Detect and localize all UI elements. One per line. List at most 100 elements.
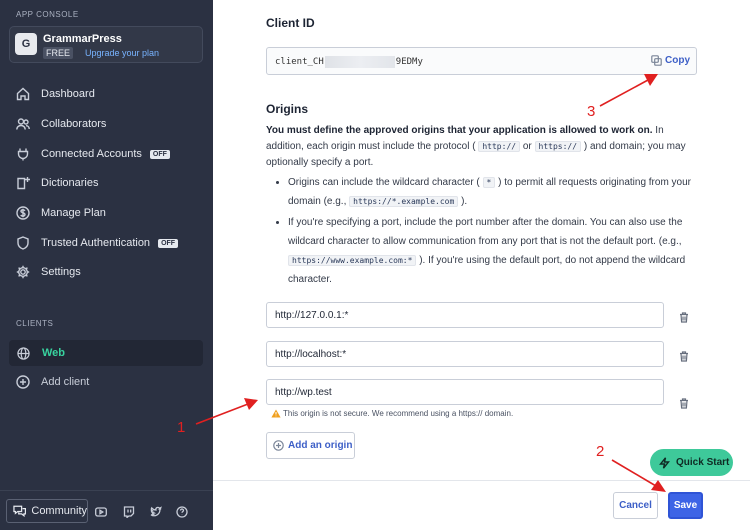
plus-circle-icon — [273, 440, 284, 451]
book-plus-icon — [17, 177, 30, 190]
bullet-text: If you're specifying a port, include the… — [288, 217, 683, 247]
origins-description: You must define the approved origins tha… — [266, 123, 696, 171]
sidebar-item-manage-plan[interactable]: Manage Plan — [16, 203, 106, 223]
delete-origin-button[interactable] — [679, 396, 689, 409]
sidebar-item-dictionaries[interactable]: Dictionaries — [16, 173, 98, 193]
sidebar-item-settings[interactable]: Settings — [16, 262, 81, 282]
twitch-link[interactable] — [123, 505, 135, 519]
code-port-example: https://www.example.com:* — [288, 255, 417, 266]
origins-rules-list: Origins can include the wildcard charact… — [276, 173, 696, 291]
sidebar-item-label: Dictionaries — [41, 177, 99, 189]
sidebar-item-dashboard[interactable]: Dashboard — [16, 84, 95, 104]
sidebar-item-connected-accounts[interactable]: Connected Accounts OFF — [16, 144, 170, 164]
save-button[interactable]: Save — [668, 492, 703, 519]
workspace-avatar: G — [15, 33, 37, 55]
plus-circle-icon — [16, 375, 30, 389]
annotation-arrow-2-head — [651, 480, 666, 492]
youtube-link[interactable] — [95, 505, 107, 517]
bullet-text: ). — [461, 196, 468, 207]
copy-label: Copy — [665, 55, 690, 66]
origins-intro-bold: You must define the approved origins tha… — [266, 125, 653, 136]
console-label: APP CONSOLE — [16, 10, 79, 19]
redacted-block — [324, 56, 395, 68]
client-id-title: Client ID — [266, 16, 315, 30]
client-id-field: client_CH 9EDMy Copy — [266, 47, 697, 75]
sidebar-client-web[interactable]: Web — [9, 340, 203, 366]
cancel-button[interactable]: Cancel — [613, 492, 658, 519]
users-icon — [16, 118, 30, 130]
origin-input[interactable] — [266, 302, 664, 328]
community-button[interactable]: Community — [6, 499, 88, 523]
trash-icon — [680, 351, 688, 362]
origin-input[interactable] — [266, 379, 664, 405]
trash-icon — [680, 312, 688, 323]
twitch-icon — [123, 506, 135, 519]
home-icon — [16, 87, 30, 101]
help-link[interactable] — [176, 505, 188, 518]
intro-text: or — [520, 141, 535, 152]
clients-section-label: CLIENTS — [16, 319, 54, 328]
annotation-arrow-3-head — [644, 74, 658, 86]
annotation-number-2: 2 — [596, 443, 605, 460]
shield-icon — [17, 236, 29, 250]
sidebar-item-label: Dashboard — [41, 88, 95, 100]
add-origin-button[interactable]: Add an origin — [266, 432, 355, 459]
warning-text: This origin is not secure. We recommend … — [283, 409, 514, 418]
upgrade-link[interactable]: Upgrade your plan — [85, 48, 159, 58]
gear-icon — [16, 265, 30, 279]
add-client-label: Add client — [41, 376, 90, 388]
dollar-icon — [16, 206, 30, 220]
sidebar-item-trusted-authentication[interactable]: Trusted Authentication OFF — [16, 233, 179, 253]
youtube-icon — [95, 507, 107, 517]
sidebar-item-label: Connected Accounts — [41, 148, 142, 160]
code-http: http:// — [478, 141, 521, 152]
globe-icon — [17, 346, 30, 360]
delete-origin-button[interactable] — [679, 310, 689, 323]
sidebar-item-label: Collaborators — [41, 118, 107, 130]
code-wildcard: * — [482, 177, 496, 188]
list-item: Origins can include the wildcard charact… — [288, 173, 696, 211]
copy-button[interactable]: Copy — [651, 55, 690, 66]
add-client-button[interactable]: Add client — [16, 372, 89, 392]
chat-icon — [13, 505, 27, 517]
footer-divider — [213, 480, 750, 481]
code-wildcard-example: https://*.example.com — [349, 196, 459, 207]
twitter-icon — [150, 506, 163, 517]
sidebar-item-collaborators[interactable]: Collaborators — [16, 114, 106, 134]
quick-start-label: Quick Start — [676, 457, 730, 468]
status-badge: OFF — [158, 238, 179, 248]
annotation-arrow-3 — [599, 79, 649, 107]
origins-title: Origins — [266, 102, 309, 116]
sidebar-item-label: Settings — [41, 266, 81, 278]
client-id-value: client_CH 9EDMy — [275, 56, 423, 68]
code-https: https:// — [534, 141, 582, 152]
workspace-switcher[interactable]: G GrammarPress FREE Upgrade your plan — [9, 26, 203, 63]
copy-icon — [651, 55, 662, 66]
list-item: If you're specifying a port, include the… — [288, 213, 696, 289]
workspace-name: GrammarPress — [43, 33, 122, 45]
add-origin-label: Add an origin — [288, 440, 353, 451]
annotation-number-1: 1 — [177, 419, 186, 436]
sidebar-item-label: Trusted Authentication — [41, 237, 151, 249]
client-id-prefix: client_CH — [275, 57, 324, 67]
sidebar-item-label: Web — [42, 347, 66, 359]
trash-icon — [680, 398, 688, 409]
community-label: Community — [31, 505, 87, 517]
annotation-number-3: 3 — [587, 103, 596, 120]
status-badge: OFF — [149, 149, 170, 159]
insecure-origin-warning: This origin is not secure. We recommend … — [271, 409, 513, 418]
bullet-text: Origins can include the wildcard charact… — [288, 177, 480, 188]
delete-origin-button[interactable] — [679, 349, 689, 362]
plug-icon — [17, 148, 29, 161]
sidebar-item-label: Manage Plan — [41, 207, 106, 219]
warning-icon — [271, 409, 281, 418]
origin-input[interactable] — [266, 341, 664, 367]
sidebar: APP CONSOLE G GrammarPress FREE Upgrade … — [0, 0, 213, 530]
twitter-link[interactable] — [150, 505, 163, 517]
lightning-icon — [659, 456, 670, 469]
sidebar-footer: Community — [0, 490, 213, 530]
client-id-suffix: 9EDMy — [395, 57, 423, 67]
annotation-arrow-1-head — [244, 398, 258, 410]
help-circle-icon — [176, 506, 188, 518]
quick-start-button[interactable]: Quick Start — [650, 449, 733, 476]
